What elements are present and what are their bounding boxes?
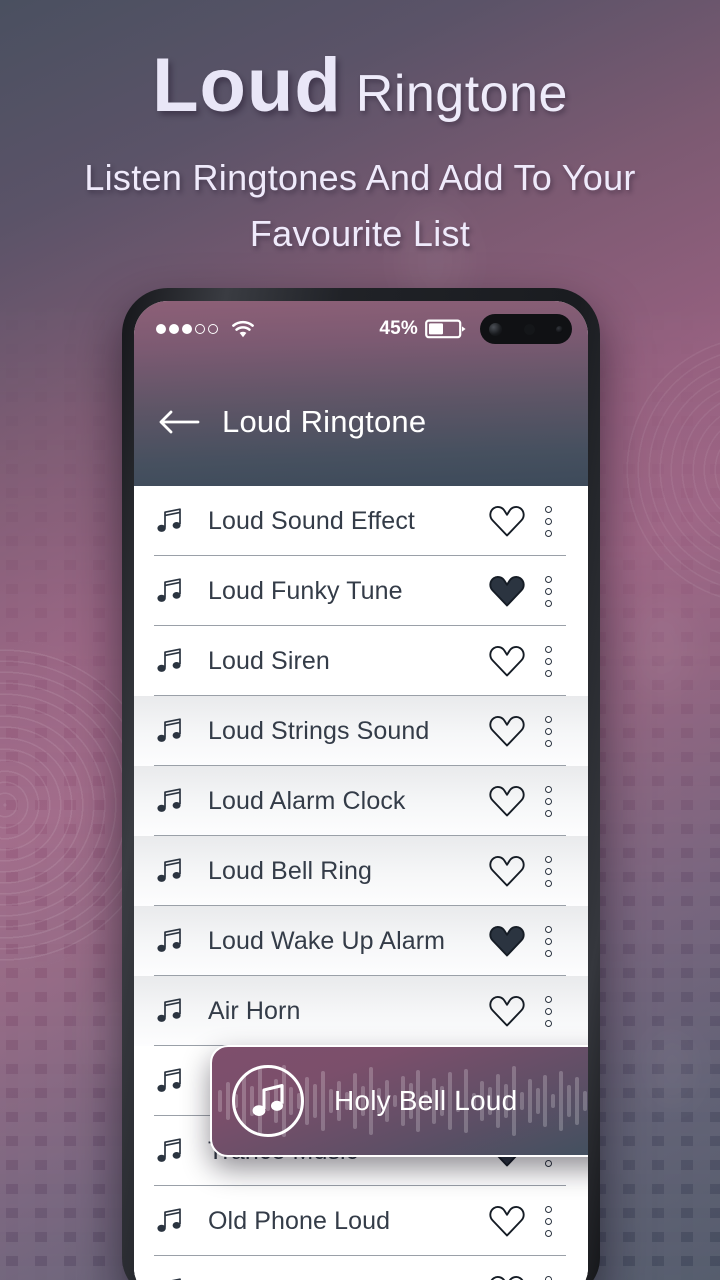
ringtone-title: Turn It Up (208, 1277, 484, 1280)
ringtone-row[interactable]: Loud Siren (134, 626, 588, 697)
app-bar-row: Loud Ringtone (134, 357, 588, 486)
three-dots-icon[interactable] (530, 785, 566, 817)
waveform-bar (218, 1090, 222, 1112)
ringtone-title: Loud Strings Sound (208, 716, 430, 745)
ringtone-title: Loud Sound Effect (208, 506, 415, 535)
music-note-icon (154, 1136, 184, 1166)
waveform-bar (329, 1089, 334, 1113)
ringtone-row[interactable]: Loud Strings Sound (134, 696, 588, 767)
waveform-bar (305, 1077, 310, 1125)
three-dots-icon[interactable] (530, 1275, 566, 1280)
player-album-art (232, 1065, 304, 1137)
three-dots-icon[interactable] (530, 855, 566, 887)
promo-subtitle-line2: Favourite List (249, 212, 471, 254)
ringtone-row[interactable]: Loud Wake Up Alarm (134, 906, 588, 977)
ringtone-row[interactable]: Old Phone Loud (134, 1186, 588, 1257)
waveform-bar (313, 1084, 318, 1118)
heart-outline-icon[interactable] (484, 504, 530, 538)
three-dots-icon[interactable] (530, 1205, 566, 1237)
heart-outline-icon[interactable] (484, 644, 530, 678)
music-note-icon (154, 996, 184, 1026)
decorative-glow (632, 600, 692, 695)
ringtone-title: Air Horn (208, 996, 301, 1025)
promo-subtitle-line1: Listen Ringtones And Add To Your (84, 157, 636, 198)
ringtone-row[interactable]: Turn It Up (134, 1256, 588, 1280)
ringtone-title: Loud Funky Tune (208, 576, 403, 605)
camera-cutout (480, 314, 572, 344)
back-arrow-icon[interactable] (158, 409, 200, 435)
music-note-icon (154, 646, 184, 676)
heart-outline-icon[interactable] (484, 1274, 530, 1280)
heart-outline-icon[interactable] (484, 1204, 530, 1238)
promo-title-bold: Loud (152, 43, 342, 128)
player-controls (584, 1070, 588, 1132)
previous-icon[interactable] (584, 1078, 588, 1124)
heart-outline-icon[interactable] (484, 714, 530, 748)
heart-filled-icon[interactable] (484, 574, 530, 608)
heart-filled-icon[interactable] (484, 924, 530, 958)
promo-title: Loud Ringtone (0, 48, 720, 124)
music-note-icon (154, 576, 184, 606)
battery-icon (425, 318, 467, 340)
status-bar: 45% (134, 301, 588, 357)
music-note-icon (154, 1206, 184, 1236)
mini-player[interactable]: Holy Bell Loud (210, 1045, 588, 1157)
player-now-playing-title: Holy Bell Loud (334, 1085, 518, 1116)
ringtone-title: Loud Wake Up Alarm (208, 926, 446, 955)
phone-screen: 45% Loud Ringtone Loud Sound Effect Loud… (134, 301, 588, 1280)
ringtone-row[interactable]: Air Horn (134, 976, 588, 1047)
music-note-icon (154, 856, 184, 886)
app-bar-title: Loud Ringtone (222, 403, 427, 439)
waveform-bar (225, 1082, 230, 1120)
three-dots-icon[interactable] (530, 505, 566, 537)
heart-outline-icon[interactable] (484, 994, 530, 1028)
ringtone-title: Loud Bell Ring (208, 856, 373, 885)
three-dots-icon[interactable] (530, 925, 566, 957)
music-note-icon (154, 1276, 184, 1280)
heart-outline-icon[interactable] (484, 784, 530, 818)
promo-title-light: Ringtone (355, 65, 568, 123)
phone-mockup: 45% Loud Ringtone Loud Sound Effect Loud… (122, 288, 600, 1280)
battery-percent-label: 45% (379, 318, 418, 339)
ringtone-row[interactable]: Loud Bell Ring (134, 836, 588, 907)
three-dots-icon[interactable] (530, 995, 566, 1027)
ringtone-row[interactable]: Loud Sound Effect (134, 486, 588, 557)
music-note-icon (154, 926, 184, 956)
waveform-bar (321, 1071, 326, 1131)
music-note-icon (154, 786, 184, 816)
three-dots-icon[interactable] (530, 575, 566, 607)
ringtone-row[interactable]: Loud Funky Tune (134, 556, 588, 627)
three-dots-icon[interactable] (530, 645, 566, 677)
promo-banner: Loud Ringtone Listen Ringtones And Add To… (0, 0, 720, 1280)
ringtone-title: Loud Alarm Clock (208, 786, 406, 815)
promo-text-block: Loud Ringtone Listen Ringtones And Add To… (0, 48, 720, 262)
promo-subtitle: Listen Ringtones And Add To Your Favouri… (0, 150, 720, 262)
ringtone-row[interactable]: Loud Alarm Clock (134, 766, 588, 837)
ringtone-title: Old Phone Loud (208, 1206, 391, 1235)
wifi-icon (230, 320, 256, 339)
three-dots-icon[interactable] (530, 715, 566, 747)
app-bar: 45% Loud Ringtone (134, 301, 588, 486)
heart-outline-icon[interactable] (484, 854, 530, 888)
signal-strength-icon (156, 324, 218, 334)
decorative-glow (648, 1030, 696, 1108)
music-note-icon (154, 1066, 184, 1096)
music-note-icon (154, 506, 184, 536)
music-note-icon (154, 716, 184, 746)
ringtone-list[interactable]: Loud Sound Effect Loud Funky Tune Loud Sir… (134, 486, 588, 1280)
ringtone-title: Loud Siren (208, 646, 330, 675)
